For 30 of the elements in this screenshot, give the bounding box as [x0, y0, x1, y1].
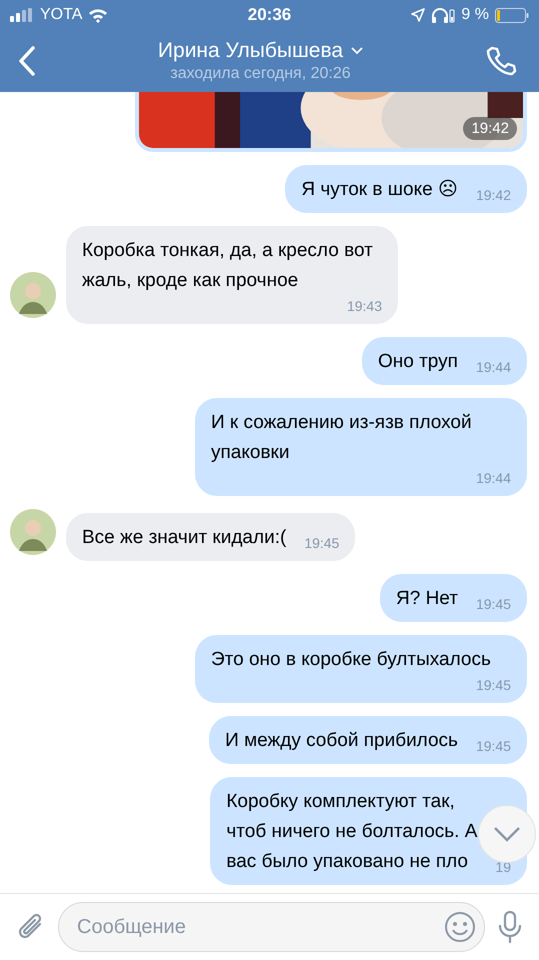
- signal-icon: [10, 8, 34, 22]
- battery-icon: [494, 8, 529, 22]
- battery-percent: 9 %: [461, 6, 489, 24]
- message-bubble[interactable]: И между собой прибилось 19:45: [209, 716, 527, 764]
- avatar[interactable]: [10, 272, 56, 318]
- phone-icon[interactable]: [485, 45, 517, 77]
- message-bubble[interactable]: Коробка тонкая, да, а кресло вот жаль, кроде как прочное 19:43: [66, 226, 398, 324]
- message-bubble[interactable]: И к сожалению из-язв плохой упаковки 19:44: [195, 398, 527, 496]
- message-bubble[interactable]: Оно труп 19:44: [362, 337, 527, 385]
- message-bubble[interactable]: Это оно в коробке бултыхалось 19:45: [195, 635, 527, 703]
- emoji-icon[interactable]: [444, 911, 476, 943]
- photo-message[interactable]: 19:42: [135, 92, 527, 152]
- chevron-down-icon: [493, 826, 521, 842]
- message-bubble[interactable]: Коробку комплектуют так, чтоб ничего не болталось. А вас было упаковано не пло 19: [210, 777, 527, 885]
- microphone-icon[interactable]: [497, 910, 523, 944]
- message-bubble[interactable]: Все же значит кидали:( 19:45: [66, 513, 356, 561]
- back-icon[interactable]: [18, 46, 36, 76]
- message-bubble[interactable]: Я чуток в шоке ☹ 19:42: [285, 165, 527, 213]
- wifi-icon: [88, 8, 108, 22]
- message-time: 19:42: [463, 117, 517, 140]
- message-bubble[interactable]: Я? Нет 19:45: [380, 574, 527, 622]
- avatar[interactable]: [10, 509, 56, 555]
- headphones-icon: [431, 7, 456, 23]
- contact-name[interactable]: Ирина Улыбышева: [158, 39, 344, 63]
- clock-time: 20:36: [248, 5, 292, 25]
- carrier-name: YOTA: [40, 6, 82, 24]
- chevron-down-icon[interactable]: [351, 47, 364, 55]
- last-seen-status: заходила сегодня, 20:26: [170, 65, 351, 83]
- location-icon: [411, 8, 426, 22]
- message-input[interactable]: Сообщение: [58, 902, 485, 952]
